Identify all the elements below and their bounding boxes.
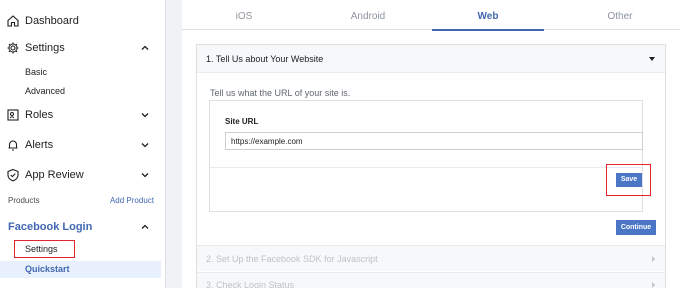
step-3-title: 3. Check Login Status [206, 280, 295, 288]
sidebar-item-label: Dashboard [25, 15, 79, 27]
quickstart-panel: 1. Tell Us about Your Website Tell us wh… [196, 44, 666, 288]
sidebar-item-label: App Review [25, 169, 84, 181]
chevron-right-icon [652, 256, 655, 262]
tab-ios[interactable]: iOS [182, 0, 306, 30]
chevron-down-icon[interactable] [140, 170, 150, 180]
sidebar-item-facebook-login[interactable]: Facebook Login [8, 221, 92, 233]
chevron-right-icon [652, 282, 655, 288]
bell-icon [8, 140, 18, 151]
tab-web[interactable]: Web [432, 0, 544, 31]
roles-icon [7, 109, 19, 121]
app-root: Dashboard Settings Basic Advanced Roles [0, 0, 680, 288]
products-label: Products [8, 196, 40, 205]
save-button[interactable]: Save [616, 173, 642, 187]
site-url-card: Site URL [209, 100, 643, 212]
platform-tabs: iOS Android Web Other [182, 0, 680, 31]
site-url-input[interactable] [225, 132, 643, 150]
home-icon [7, 15, 19, 27]
step-1-header[interactable]: 1. Tell Us about Your Website [197, 45, 665, 73]
chevron-down-icon[interactable] [140, 140, 150, 150]
step-1-title: 1. Tell Us about Your Website [206, 54, 324, 64]
caret-down-icon [649, 57, 655, 61]
sidebar-item-label: Settings [25, 42, 65, 54]
continue-button[interactable]: Continue [616, 220, 656, 235]
site-url-label: Site URL [225, 117, 259, 126]
sidebar-subitem-advanced[interactable]: Advanced [25, 86, 65, 96]
sidebar-item-app-review[interactable]: App Review [0, 163, 166, 187]
divider [210, 167, 642, 168]
tab-other[interactable]: Other [558, 0, 680, 30]
sidebar-item-label: Roles [25, 109, 54, 121]
chevron-up-icon[interactable] [140, 222, 150, 232]
sidebar-item-roles[interactable]: Roles [0, 103, 166, 127]
sidebar-item-alerts[interactable]: Alerts [0, 133, 166, 157]
chevron-up-icon[interactable] [140, 43, 150, 53]
shield-check-icon [7, 168, 19, 182]
tab-android[interactable]: Android [306, 0, 430, 30]
step-2-header[interactable]: 2. Set Up the Facebook SDK for Javascrip… [197, 245, 665, 271]
sidebar-item-settings[interactable]: Settings [0, 36, 166, 60]
sidebar-item-dashboard[interactable]: Dashboard [0, 9, 166, 33]
chevron-down-icon[interactable] [140, 110, 150, 120]
sidebar-subitem-fb-settings[interactable]: Settings [14, 240, 75, 258]
sidebar-subitem-label: Settings [25, 244, 58, 254]
step-2-title: 2. Set Up the Facebook SDK for Javascrip… [206, 254, 378, 264]
sidebar-subitem-label: Quickstart [25, 264, 70, 274]
sidebar-item-label: Alerts [25, 139, 54, 151]
step-1-intro: Tell us what the URL of your site is. [210, 88, 351, 98]
sidebar-subitem-basic[interactable]: Basic [25, 67, 47, 77]
products-header: Products Add Product [0, 196, 166, 210]
gear-icon [7, 42, 19, 54]
step-3-header[interactable]: 3. Check Login Status [197, 272, 665, 288]
main-content: iOS Android Web Other 1. Tell Us about Y… [182, 0, 680, 288]
add-product-link[interactable]: Add Product [110, 196, 154, 205]
sidebar: Dashboard Settings Basic Advanced Roles [0, 0, 166, 288]
sidebar-subitem-quickstart[interactable]: Quickstart [0, 261, 161, 278]
